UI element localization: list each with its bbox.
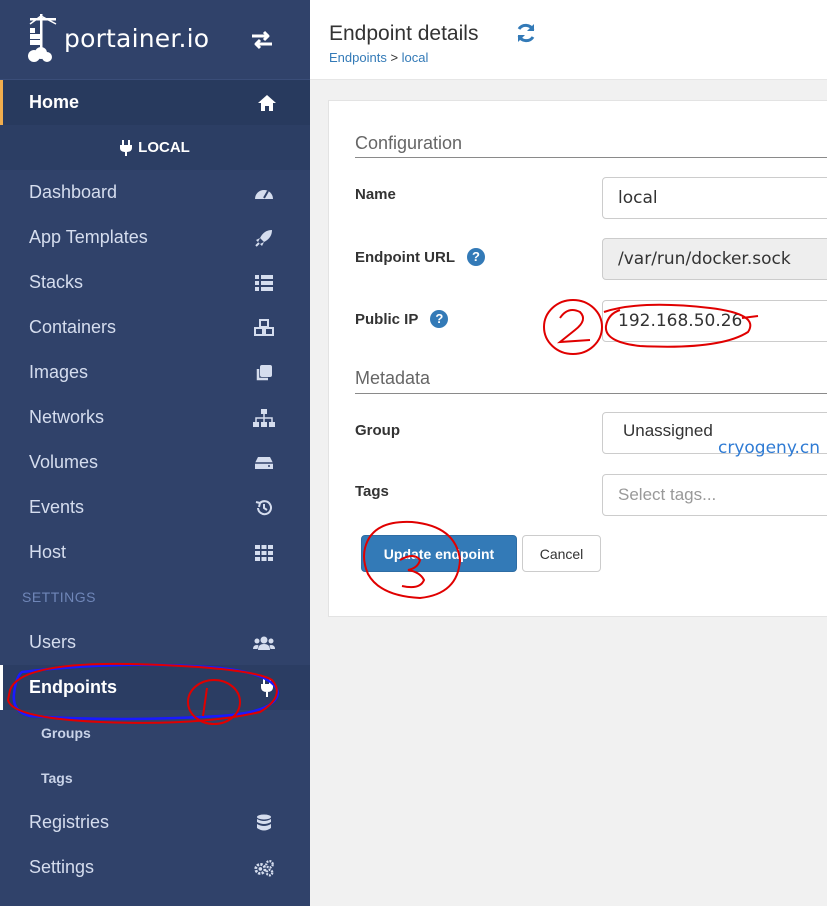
th-icon [253,543,275,563]
sidebar-item-label: Endpoints [29,677,117,697]
breadcrumb-link-local[interactable]: local [402,50,429,65]
current-endpoint-name: LOCAL [138,139,190,156]
sidebar-item-label: Volumes [29,452,99,472]
database-icon [253,813,275,833]
metadata-section-title: Metadata [355,368,431,388]
endpoint-url-label-text: Endpoint URL [355,248,455,266]
group-select-value: Unassigned [623,421,713,440]
sidebar-item-volumes[interactable]: Volumes [0,440,310,485]
sidebar-item-dashboard[interactable]: Dashboard [0,170,310,215]
history-icon [253,498,275,518]
plug-icon [256,678,278,698]
sidebar-item-app-templates[interactable]: App Templates [0,215,310,260]
portainer-logo-icon [28,14,57,62]
sidebar-item-label: Home [29,92,80,112]
sidebar-item-endpoints[interactable]: Endpoints [0,665,310,710]
cogs-icon [253,858,275,878]
sidebar-item-groups[interactable]: Groups [0,710,310,755]
endpoint-url-input[interactable]: /var/run/docker.sock [602,238,827,280]
name-label: Name [355,186,396,203]
name-label-text: Name [355,186,396,203]
cubes-icon [253,318,275,338]
brand-name: portainer.io [64,23,210,53]
users-icon [253,633,275,653]
plug-icon [120,139,133,156]
sidebar-item-host[interactable]: Host [0,530,310,575]
section-divider [355,157,827,158]
question-circle-icon[interactable]: ? [430,310,449,328]
tags-placeholder: Select tags... [618,485,717,504]
sidebar-item-label: Stacks [29,272,84,292]
sidebar-item-images[interactable]: Images [0,350,310,395]
endpoint-url-value: /var/run/docker.sock [618,249,791,269]
sidebar-item-containers[interactable]: Containers [0,305,310,350]
sidebar-item-label: Networks [29,407,105,427]
sidebar-item-events[interactable]: Events [0,485,310,530]
sidebar-item-label: Registries [29,812,110,832]
group-label: Group [355,422,400,439]
breadcrumb: Endpoints > local [329,50,428,65]
sidebar-item-label: Events [29,497,85,517]
exchange-icon[interactable] [250,30,274,54]
sidebar-item-registries[interactable]: Registries [0,800,310,845]
clone-icon [253,363,275,383]
sitemap-icon [253,408,275,428]
tachometer-icon [253,183,275,203]
configuration-section-title: Configuration [355,133,463,153]
sidebar-item-label: Settings [29,857,95,877]
home-icon [256,93,278,113]
settings-section-title: SETTINGS [22,589,97,605]
tags-select[interactable]: Select tags... [602,474,827,516]
tags-label-text: Tags [355,483,389,500]
cancel-button[interactable]: Cancel [522,535,601,572]
portainer-logo[interactable]: portainer.io [26,12,209,64]
sidebar-item-networks[interactable]: Networks [0,395,310,440]
sidebar-item-home[interactable]: Home [0,80,310,125]
th-list-icon [253,273,275,293]
public-ip-label: Public IP ? [355,310,449,328]
refresh-icon[interactable] [515,22,537,48]
brand-header: portainer.io [0,0,310,80]
sidebar-item-users[interactable]: Users [0,620,310,665]
public-ip-label-text: Public IP [355,310,419,328]
current-endpoint-title: LOCAL [0,125,310,170]
breadcrumb-separator: > [386,50,402,65]
update-endpoint-button[interactable]: Update endpoint [361,535,517,572]
public-ip-input[interactable]: 192.168.50.26 [602,300,827,342]
name-input[interactable]: local [602,177,827,219]
sidebar: portainer.io Home LOCAL Dashboard App Te… [0,0,310,906]
sidebar-item-settings[interactable]: Settings [0,845,310,890]
watermark-text: cryogeny.cn [718,438,820,458]
sidebar-item-label: Users [29,632,77,652]
sidebar-item-label: Groups [41,724,91,741]
sidebar-item-label: Host [29,542,67,562]
sidebar-item-stacks[interactable]: Stacks [0,260,310,305]
sidebar-item-tags[interactable]: Tags [0,755,310,800]
public-ip-value: 192.168.50.26 [618,311,743,331]
tags-label: Tags [355,483,389,500]
page-title: Endpoint details [329,22,479,45]
endpoint-url-label: Endpoint URL ? [355,248,485,266]
name-input-value: local [618,188,658,208]
section-divider [355,393,827,394]
breadcrumb-link-endpoints[interactable]: Endpoints [329,50,387,65]
sidebar-item-label: Containers [29,317,117,337]
sidebar-item-label: Images [29,362,89,382]
sidebar-item-label: Dashboard [29,182,118,202]
page-header: Endpoint details Endpoints > local [310,0,827,80]
question-circle-icon[interactable]: ? [466,248,485,266]
sidebar-item-label: App Templates [29,227,148,247]
rocket-icon [253,228,275,248]
group-label-text: Group [355,422,400,439]
sidebar-item-label: Tags [41,769,73,786]
hdd-icon [253,453,275,473]
